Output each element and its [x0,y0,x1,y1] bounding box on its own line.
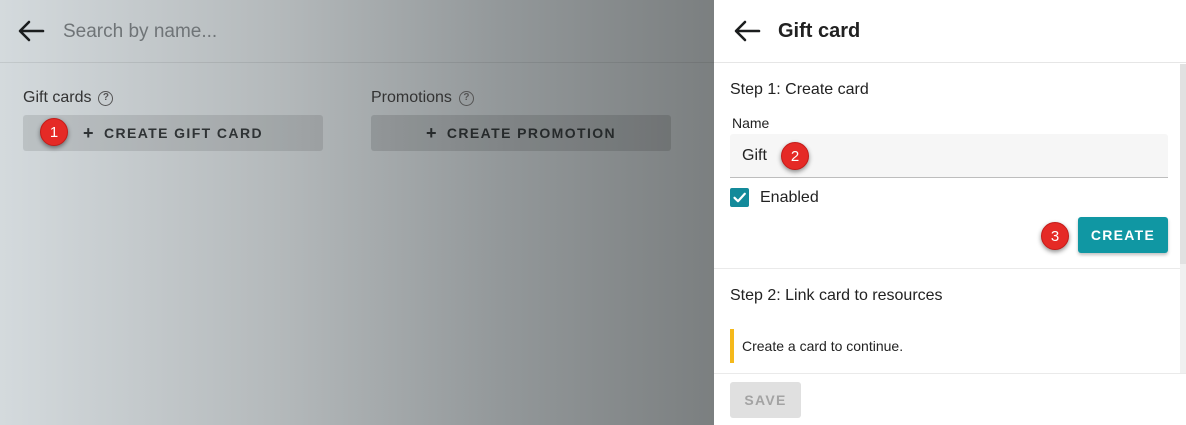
create-gift-card-label: CREATE GIFT CARD [103,125,263,141]
create-promotion-label: CREATE PROMOTION [446,125,617,141]
arrow-left-icon[interactable] [732,18,762,44]
gift-cards-heading: Gift cards ? [23,88,323,108]
gift-card-drawer: Gift card Step 1: Create card Name Enabl… [714,0,1186,425]
plus-icon: + [83,123,95,143]
search-input[interactable] [63,19,483,45]
save-button[interactable]: SAVE [730,382,801,418]
gift-cards-section: Gift cards ? + CREATE GIFT CARD [23,88,323,151]
scrollbar-thumb[interactable] [1180,64,1186,264]
help-circle-icon[interactable]: ? [98,90,114,106]
step-marker-1: 1 [40,118,68,146]
step-1-title: Step 1: Create card [730,81,869,98]
plus-icon: + [425,123,438,143]
help-circle-icon[interactable]: ? [458,90,474,106]
drawer-header: Gift card [714,0,1186,63]
background-page: Gift cards ? + CREATE GIFT CARD Promotio… [0,0,714,425]
promotions-title: Promotions [371,89,452,106]
info-message: Create a card to continue. [730,329,1170,363]
promotions-heading: Promotions ? [371,88,671,108]
create-button[interactable]: CREATE [1078,217,1168,253]
create-promotion-button[interactable]: + CREATE PROMOTION [371,115,671,151]
drawer-content: Step 1: Create card Name Enabled CREATE … [714,64,1186,373]
arrow-left-icon[interactable] [16,18,46,44]
enabled-checkbox-row[interactable]: Enabled [730,188,819,207]
promotions-section: Promotions ? + CREATE PROMOTION [371,88,671,151]
step-marker-2: 2 [781,142,809,170]
background-header [0,0,714,63]
create-gift-card-button[interactable]: + CREATE GIFT CARD [23,115,323,151]
step-2-panel: Step 2: Link card to resources Create a … [714,270,1180,373]
step-1-panel: Step 1: Create card Name Enabled CREATE [714,64,1180,269]
gift-cards-title: Gift cards [23,89,92,106]
step-2-title: Step 2: Link card to resources [730,287,943,304]
drawer-footer: SAVE [714,373,1186,425]
step-marker-3: 3 [1041,222,1069,250]
name-field-label: Name [732,115,770,131]
enabled-checkbox[interactable] [730,188,749,207]
check-icon [733,192,746,203]
drawer-title: Gift card [778,20,861,42]
enabled-label: Enabled [760,188,819,206]
